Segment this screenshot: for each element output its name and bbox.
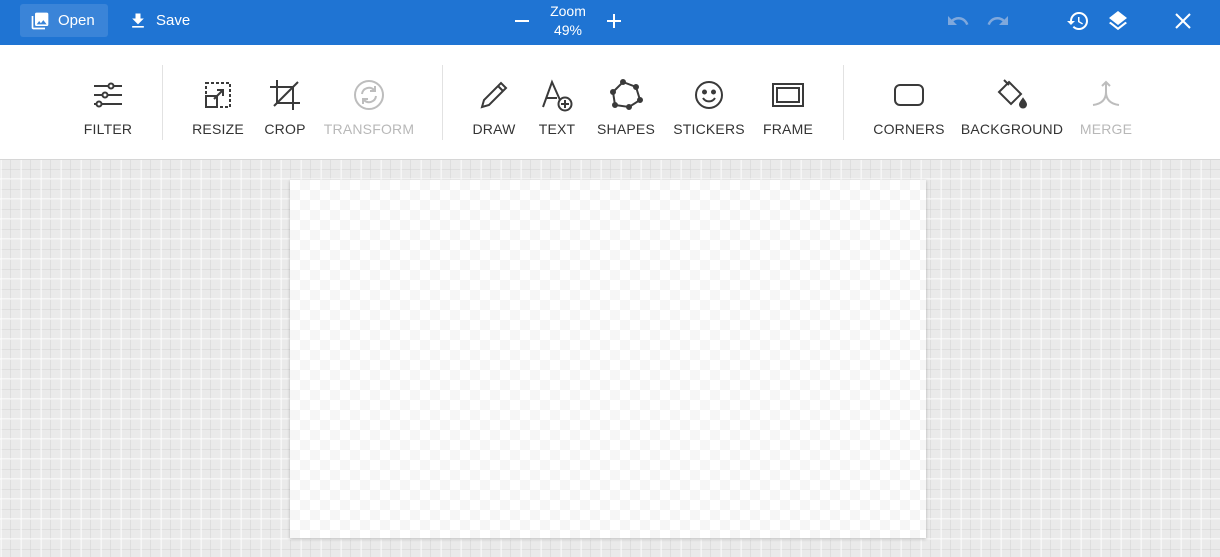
- crop-icon: [270, 80, 300, 110]
- zoom-display: Zoom 49%: [538, 2, 598, 40]
- image-canvas[interactable]: [290, 180, 926, 538]
- rounded-rect-icon: [894, 84, 924, 106]
- history-button[interactable]: [1066, 9, 1090, 33]
- undo-icon: [948, 16, 969, 25]
- tool-merge-label: MERGE: [1079, 121, 1133, 137]
- zoom-label: Zoom: [550, 3, 586, 19]
- redo-button[interactable]: [986, 9, 1010, 33]
- layers-icon: [1109, 11, 1127, 31]
- tool-crop-label: CROP: [264, 121, 306, 137]
- tool-frame[interactable]: FRAME: [733, 78, 843, 137]
- save-button[interactable]: Save: [128, 4, 190, 37]
- tool-frame-label: FRAME: [763, 121, 813, 137]
- tool-transform-label: TRANSFORM: [323, 121, 415, 137]
- rotate-icon: [354, 80, 384, 110]
- open-label: Open: [58, 12, 95, 29]
- tool-merge[interactable]: MERGE: [1051, 78, 1161, 137]
- layers-button[interactable]: [1106, 9, 1130, 33]
- open-button[interactable]: Open: [20, 4, 108, 37]
- paint-bucket-icon: [997, 79, 1028, 109]
- tool-background-label: BACKGROUND: [960, 121, 1064, 137]
- tool-transform[interactable]: TRANSFORM: [314, 78, 424, 137]
- tool-text-label: TEXT: [538, 121, 576, 137]
- tool-corners[interactable]: CORNERS: [854, 78, 964, 137]
- history-icon: [1067, 12, 1088, 31]
- download-icon: [132, 13, 144, 28]
- top-bar: Open Save Zoom 49%: [0, 0, 1220, 45]
- plus-icon: [607, 14, 621, 28]
- workspace-area: [0, 160, 1220, 557]
- zoom-out-button[interactable]: [510, 9, 534, 33]
- redo-icon: [987, 16, 1008, 25]
- zoom-in-button[interactable]: [602, 9, 626, 33]
- save-label: Save: [156, 12, 191, 29]
- image-icon: [31, 12, 49, 29]
- zoom-value: 49%: [553, 22, 583, 38]
- text-add-icon: [542, 79, 573, 112]
- merge-icon: [1092, 80, 1120, 106]
- polygon-icon: [610, 79, 643, 110]
- tools-toolbar: FILTER RESIZE CROP TRANSFORM DRAW TEXT S…: [0, 45, 1220, 160]
- tool-shapes-label: SHAPES: [597, 121, 655, 137]
- undo-button[interactable]: [946, 9, 970, 33]
- close-icon: [1175, 13, 1191, 29]
- smiley-icon: [695, 81, 723, 109]
- tool-filter[interactable]: FILTER: [53, 78, 163, 137]
- toolbar-divider: [843, 65, 844, 140]
- sliders-icon: [94, 82, 122, 108]
- close-button[interactable]: [1171, 9, 1195, 33]
- frame-icon: [772, 83, 804, 107]
- tool-corners-label: CORNERS: [873, 121, 945, 137]
- tool-filter-label: FILTER: [83, 121, 133, 137]
- minus-icon: [515, 20, 529, 22]
